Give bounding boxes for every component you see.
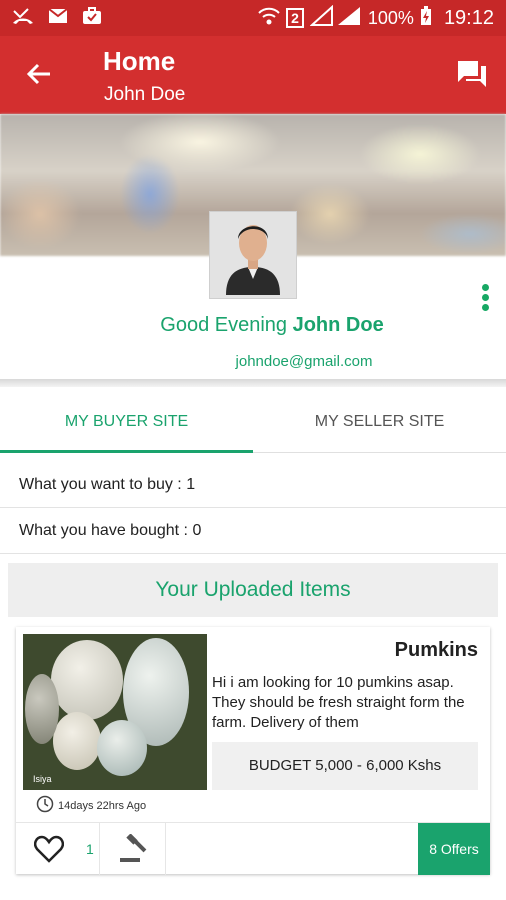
missed-call-icon <box>12 7 34 30</box>
app-bar: Home John Doe <box>0 36 506 114</box>
user-avatar-icon <box>226 225 280 295</box>
arrow-back-icon[interactable] <box>24 58 56 90</box>
sim-badge: 2 <box>286 8 304 28</box>
gavel-icon <box>118 833 148 869</box>
bid-button[interactable] <box>100 823 166 875</box>
item-title: Pumkins <box>394 639 478 661</box>
like-button[interactable]: 1 <box>16 823 100 875</box>
user-name: John Doe <box>292 314 384 336</box>
mail-icon <box>48 7 68 29</box>
tab-my-seller-site[interactable]: MY SELLER SITE <box>253 387 506 452</box>
bought-row[interactable]: What you have bought : 0 <box>0 508 506 554</box>
chat-icon[interactable] <box>456 58 488 90</box>
avatar[interactable] <box>209 211 297 299</box>
divider <box>0 379 506 387</box>
like-count: 1 <box>86 841 94 857</box>
clock: 19:12 <box>443 6 494 29</box>
user-email: johndoe@gmail.com <box>235 353 373 370</box>
item-card[interactable]: Isiya Pumkins Hi i am looking for 10 pum… <box>16 627 490 875</box>
page-title: Home <box>103 46 176 76</box>
posted-time-text: 14days 22hrs Ago <box>58 799 147 812</box>
tab-my-buyer-site[interactable]: MY BUYER SITE <box>0 387 253 453</box>
battery-label: 100% <box>367 7 414 28</box>
image-caption: Isiya <box>33 774 52 784</box>
battery-charging-icon <box>420 5 432 31</box>
status-bar: 2 100% 19:12 <box>0 0 506 36</box>
greeting: Good Evening John Doe <box>0 314 506 337</box>
section-title: Your Uploaded Items <box>8 563 498 617</box>
signal-icon <box>309 4 362 32</box>
more-options-icon[interactable] <box>480 284 490 314</box>
tab-bar: MY BUYER SITE MY SELLER SITE <box>0 387 506 453</box>
heart-icon <box>33 835 65 868</box>
briefcase-icon <box>82 6 102 30</box>
want-to-buy-row[interactable]: What you want to buy : 1 <box>0 462 506 508</box>
item-budget: BUDGET 5,000 - 6,000 Kshs <box>212 742 478 790</box>
clock-icon <box>36 795 54 816</box>
item-description: Hi i am looking for 10 pumkins asap. The… <box>212 674 465 731</box>
wifi-icon <box>258 7 280 30</box>
offers-button[interactable]: 8 Offers <box>418 823 490 875</box>
greeting-prefix: Good Evening <box>160 314 288 336</box>
page-subtitle: John Doe <box>104 84 186 105</box>
card-actions: 1 8 Offers <box>16 822 490 875</box>
item-image[interactable]: Isiya <box>23 634 207 790</box>
posted-time: 14days 22hrs Ago <box>36 795 146 816</box>
